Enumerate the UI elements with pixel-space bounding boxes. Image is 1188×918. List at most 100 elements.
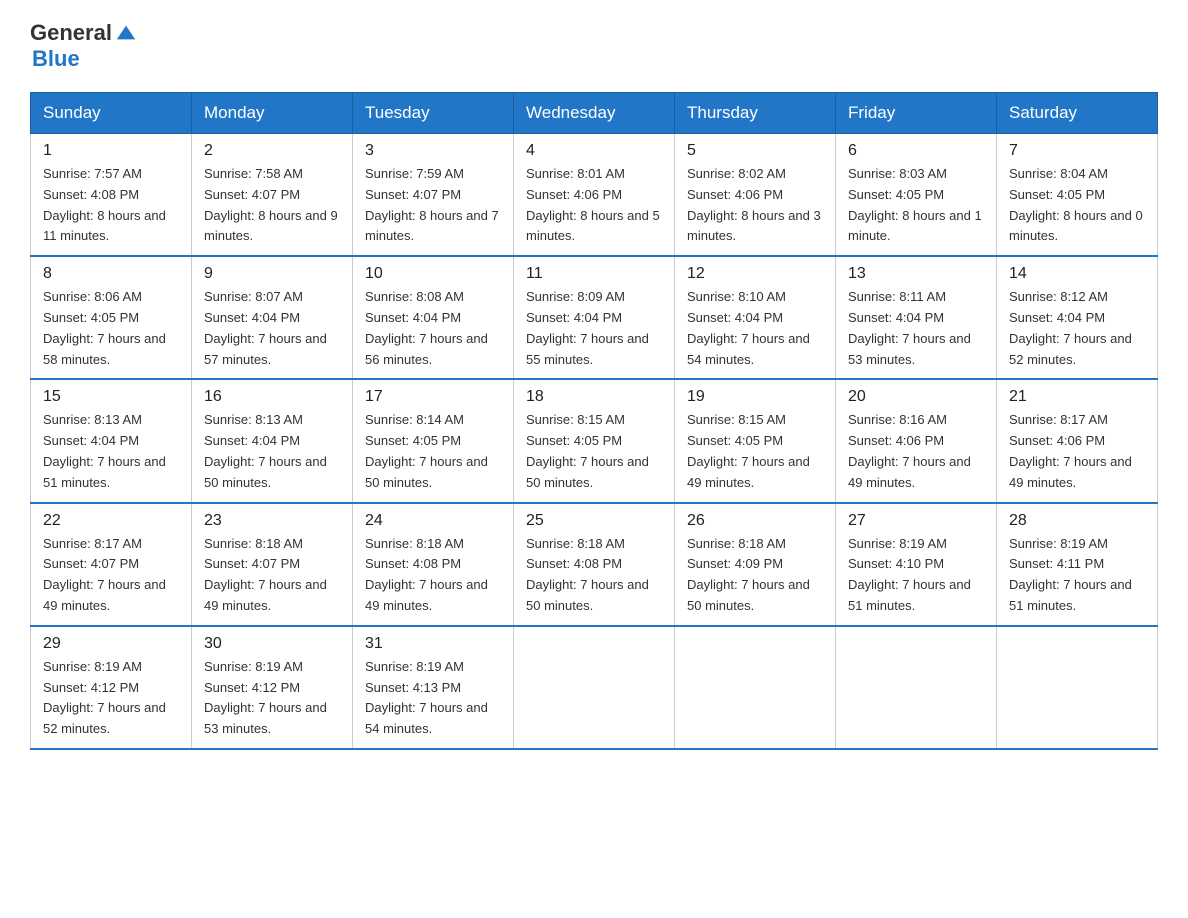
day-info: Sunrise: 8:06 AMSunset: 4:05 PMDaylight:… <box>43 289 166 366</box>
day-info: Sunrise: 8:03 AMSunset: 4:05 PMDaylight:… <box>848 166 982 243</box>
logo-blue: Blue <box>32 46 80 72</box>
calendar-cell: 5 Sunrise: 8:02 AMSunset: 4:06 PMDayligh… <box>675 134 836 257</box>
calendar-header: Sunday Monday Tuesday Wednesday Thursday… <box>31 93 1158 134</box>
day-number: 22 <box>43 512 179 530</box>
day-info: Sunrise: 8:18 AMSunset: 4:08 PMDaylight:… <box>365 536 488 613</box>
calendar-cell: 17 Sunrise: 8:14 AMSunset: 4:05 PMDaylig… <box>353 379 514 502</box>
day-number: 30 <box>204 635 340 653</box>
day-number: 15 <box>43 388 179 406</box>
calendar-cell: 29 Sunrise: 8:19 AMSunset: 4:12 PMDaylig… <box>31 626 192 749</box>
calendar-cell: 11 Sunrise: 8:09 AMSunset: 4:04 PMDaylig… <box>514 256 675 379</box>
day-info: Sunrise: 8:13 AMSunset: 4:04 PMDaylight:… <box>204 412 327 489</box>
calendar-cell: 7 Sunrise: 8:04 AMSunset: 4:05 PMDayligh… <box>997 134 1158 257</box>
calendar-cell: 20 Sunrise: 8:16 AMSunset: 4:06 PMDaylig… <box>836 379 997 502</box>
calendar-week-4: 22 Sunrise: 8:17 AMSunset: 4:07 PMDaylig… <box>31 503 1158 626</box>
day-number: 2 <box>204 142 340 160</box>
calendar-cell: 16 Sunrise: 8:13 AMSunset: 4:04 PMDaylig… <box>192 379 353 502</box>
day-number: 21 <box>1009 388 1145 406</box>
day-number: 17 <box>365 388 501 406</box>
calendar-cell: 27 Sunrise: 8:19 AMSunset: 4:10 PMDaylig… <box>836 503 997 626</box>
calendar-cell <box>675 626 836 749</box>
calendar-cell: 6 Sunrise: 8:03 AMSunset: 4:05 PMDayligh… <box>836 134 997 257</box>
day-info: Sunrise: 7:59 AMSunset: 4:07 PMDaylight:… <box>365 166 499 243</box>
day-number: 19 <box>687 388 823 406</box>
calendar-cell: 9 Sunrise: 8:07 AMSunset: 4:04 PMDayligh… <box>192 256 353 379</box>
day-info: Sunrise: 8:14 AMSunset: 4:05 PMDaylight:… <box>365 412 488 489</box>
logo: General Blue <box>30 20 137 72</box>
calendar-cell: 10 Sunrise: 8:08 AMSunset: 4:04 PMDaylig… <box>353 256 514 379</box>
day-info: Sunrise: 8:18 AMSunset: 4:09 PMDaylight:… <box>687 536 810 613</box>
day-info: Sunrise: 8:17 AMSunset: 4:07 PMDaylight:… <box>43 536 166 613</box>
day-number: 11 <box>526 265 662 283</box>
col-tuesday: Tuesday <box>353 93 514 134</box>
day-info: Sunrise: 8:08 AMSunset: 4:04 PMDaylight:… <box>365 289 488 366</box>
day-info: Sunrise: 8:18 AMSunset: 4:08 PMDaylight:… <box>526 536 649 613</box>
day-info: Sunrise: 8:15 AMSunset: 4:05 PMDaylight:… <box>687 412 810 489</box>
col-sunday: Sunday <box>31 93 192 134</box>
calendar-cell: 13 Sunrise: 8:11 AMSunset: 4:04 PMDaylig… <box>836 256 997 379</box>
calendar-cell: 23 Sunrise: 8:18 AMSunset: 4:07 PMDaylig… <box>192 503 353 626</box>
day-number: 6 <box>848 142 984 160</box>
day-number: 18 <box>526 388 662 406</box>
calendar-cell: 14 Sunrise: 8:12 AMSunset: 4:04 PMDaylig… <box>997 256 1158 379</box>
calendar-body: 1 Sunrise: 7:57 AMSunset: 4:08 PMDayligh… <box>31 134 1158 749</box>
day-info: Sunrise: 8:18 AMSunset: 4:07 PMDaylight:… <box>204 536 327 613</box>
day-number: 31 <box>365 635 501 653</box>
day-info: Sunrise: 8:11 AMSunset: 4:04 PMDaylight:… <box>848 289 971 366</box>
logo-general: General <box>30 20 112 46</box>
day-info: Sunrise: 8:19 AMSunset: 4:11 PMDaylight:… <box>1009 536 1132 613</box>
calendar-cell: 22 Sunrise: 8:17 AMSunset: 4:07 PMDaylig… <box>31 503 192 626</box>
day-number: 14 <box>1009 265 1145 283</box>
calendar-cell: 4 Sunrise: 8:01 AMSunset: 4:06 PMDayligh… <box>514 134 675 257</box>
day-info: Sunrise: 8:09 AMSunset: 4:04 PMDaylight:… <box>526 289 649 366</box>
day-number: 28 <box>1009 512 1145 530</box>
col-saturday: Saturday <box>997 93 1158 134</box>
calendar-cell: 1 Sunrise: 7:57 AMSunset: 4:08 PMDayligh… <box>31 134 192 257</box>
day-number: 25 <box>526 512 662 530</box>
day-number: 9 <box>204 265 340 283</box>
calendar-cell: 12 Sunrise: 8:10 AMSunset: 4:04 PMDaylig… <box>675 256 836 379</box>
calendar-cell: 2 Sunrise: 7:58 AMSunset: 4:07 PMDayligh… <box>192 134 353 257</box>
day-info: Sunrise: 8:13 AMSunset: 4:04 PMDaylight:… <box>43 412 166 489</box>
day-number: 26 <box>687 512 823 530</box>
header-row: Sunday Monday Tuesday Wednesday Thursday… <box>31 93 1158 134</box>
day-info: Sunrise: 8:19 AMSunset: 4:12 PMDaylight:… <box>43 659 166 736</box>
logo-triangle-icon <box>115 21 137 43</box>
calendar-cell: 8 Sunrise: 8:06 AMSunset: 4:05 PMDayligh… <box>31 256 192 379</box>
day-info: Sunrise: 8:12 AMSunset: 4:04 PMDaylight:… <box>1009 289 1132 366</box>
day-number: 3 <box>365 142 501 160</box>
col-thursday: Thursday <box>675 93 836 134</box>
calendar-cell: 30 Sunrise: 8:19 AMSunset: 4:12 PMDaylig… <box>192 626 353 749</box>
page-header: General Blue <box>30 20 1158 72</box>
calendar-week-2: 8 Sunrise: 8:06 AMSunset: 4:05 PMDayligh… <box>31 256 1158 379</box>
day-number: 5 <box>687 142 823 160</box>
calendar-cell <box>836 626 997 749</box>
day-info: Sunrise: 8:16 AMSunset: 4:06 PMDaylight:… <box>848 412 971 489</box>
calendar-cell <box>997 626 1158 749</box>
col-wednesday: Wednesday <box>514 93 675 134</box>
calendar-week-5: 29 Sunrise: 8:19 AMSunset: 4:12 PMDaylig… <box>31 626 1158 749</box>
day-number: 8 <box>43 265 179 283</box>
day-number: 23 <box>204 512 340 530</box>
day-number: 10 <box>365 265 501 283</box>
col-monday: Monday <box>192 93 353 134</box>
day-info: Sunrise: 8:19 AMSunset: 4:10 PMDaylight:… <box>848 536 971 613</box>
calendar-cell: 21 Sunrise: 8:17 AMSunset: 4:06 PMDaylig… <box>997 379 1158 502</box>
calendar-cell: 3 Sunrise: 7:59 AMSunset: 4:07 PMDayligh… <box>353 134 514 257</box>
day-number: 20 <box>848 388 984 406</box>
calendar-cell: 24 Sunrise: 8:18 AMSunset: 4:08 PMDaylig… <box>353 503 514 626</box>
day-info: Sunrise: 8:01 AMSunset: 4:06 PMDaylight:… <box>526 166 660 243</box>
calendar-cell: 18 Sunrise: 8:15 AMSunset: 4:05 PMDaylig… <box>514 379 675 502</box>
calendar-cell: 31 Sunrise: 8:19 AMSunset: 4:13 PMDaylig… <box>353 626 514 749</box>
calendar-cell <box>514 626 675 749</box>
calendar-cell: 28 Sunrise: 8:19 AMSunset: 4:11 PMDaylig… <box>997 503 1158 626</box>
day-number: 7 <box>1009 142 1145 160</box>
day-info: Sunrise: 8:07 AMSunset: 4:04 PMDaylight:… <box>204 289 327 366</box>
calendar-cell: 15 Sunrise: 8:13 AMSunset: 4:04 PMDaylig… <box>31 379 192 502</box>
day-info: Sunrise: 8:02 AMSunset: 4:06 PMDaylight:… <box>687 166 821 243</box>
day-info: Sunrise: 8:10 AMSunset: 4:04 PMDaylight:… <box>687 289 810 366</box>
day-number: 12 <box>687 265 823 283</box>
day-number: 27 <box>848 512 984 530</box>
calendar-cell: 26 Sunrise: 8:18 AMSunset: 4:09 PMDaylig… <box>675 503 836 626</box>
day-number: 29 <box>43 635 179 653</box>
